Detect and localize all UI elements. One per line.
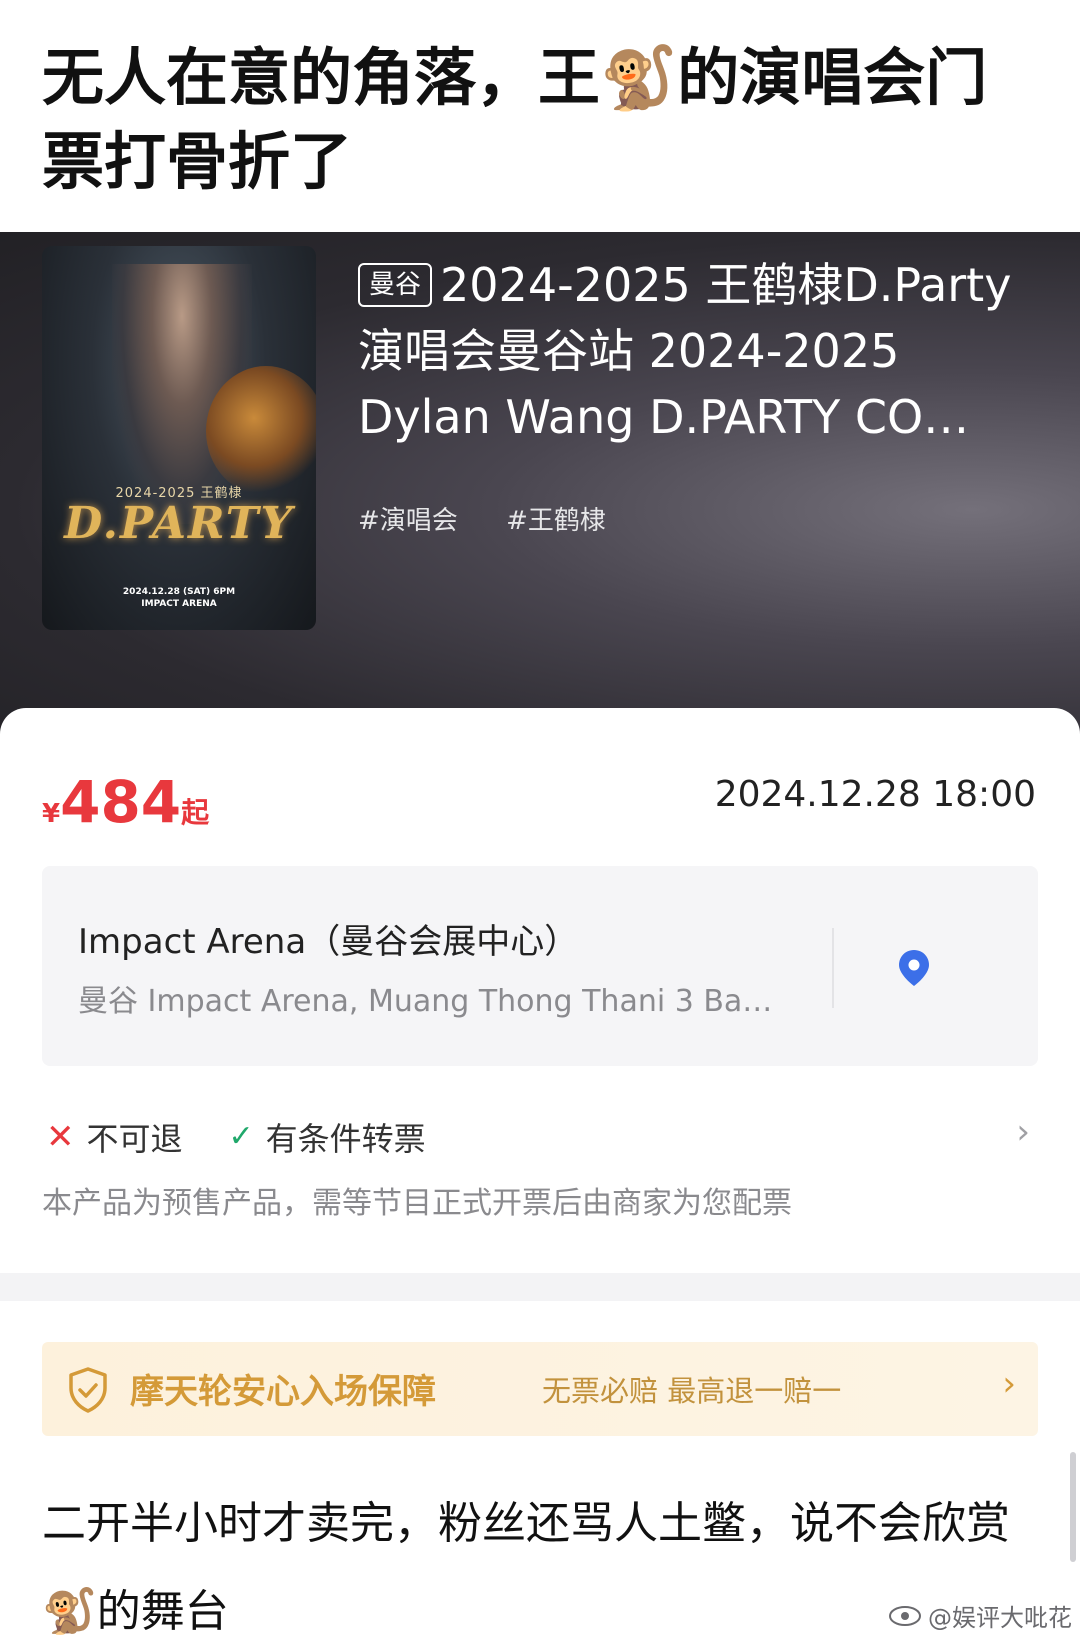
event-tags: #演唱会 #王鹤棣 [358,500,646,537]
watermark: @娱评大吡花 [888,1598,1072,1633]
venue-divider [832,928,834,1008]
caption-text-2: 的舞台 [96,1586,229,1637]
weibo-eye-icon [889,1605,921,1626]
location-pin-icon[interactable] [896,948,932,988]
monkey-emoji-icon: 🐒 [600,41,678,114]
scrollbar[interactable] [1070,1452,1076,1562]
venue-box[interactable]: Impact Arena（曼谷会展中心） 曼谷 Impact Arena, Mu… [42,866,1038,1066]
poster-logo: D.PARTY [64,498,294,549]
monkey-emoji-icon: 🐒 [42,1586,97,1637]
currency-symbol: ¥ [42,799,61,829]
event-hero-banner: 2024-2025 王鹤棣 D.PARTY 2024.12.28 (SAT) 6… [0,232,1080,737]
guarantee-subtitle: 无票必赔 最高退一赔一 [542,1374,842,1408]
venue-address: 曼谷 Impact Arena, Muang Thong Thani 3 Ba… [78,984,773,1019]
policy-no-refund: ✕ 不可退 [46,1114,183,1160]
event-title-text: 2024-2025 王鹤棣D.Party 演唱会曼谷站 2024-2025 Dy… [358,258,1012,444]
poster-venue: IMPACT ARENA [141,599,217,609]
poster-date-venue: 2024.12.28 (SAT) 6PM IMPACT ARENA [42,586,316,610]
ticket-info-card: ¥484起 2024.12.28 18:00 Impact Arena（曼谷会展… [0,708,1080,1273]
price-display: ¥484起 [42,768,209,836]
chevron-right-icon[interactable]: › [1016,1112,1030,1152]
post-caption: 二开半小时才卖完，粉丝还骂人土鳖，说不会欣赏 🐒的舞台 [42,1480,1022,1645]
guarantee-banner[interactable]: 摩天轮安心入场保障 无票必赔 最高退一赔一 › [42,1342,1038,1436]
x-icon: ✕ [46,1117,75,1157]
caption-text-1: 二开半小时才卖完，粉丝还骂人土鳖，说不会欣赏 [42,1498,1010,1549]
check-icon: ✓ [228,1119,254,1154]
post-headline: 无人在意的角落，王🐒的演唱会门票打骨折了 [42,36,1042,204]
venue-name: Impact Arena（曼谷会展中心） [78,922,579,962]
event-poster-image[interactable]: 2024-2025 王鹤棣 D.PARTY 2024.12.28 (SAT) 6… [42,246,316,630]
policy-transfer: ✓ 有条件转票 [229,1114,426,1160]
guarantee-title: 摩天轮安心入场保障 [130,1372,436,1412]
poster-date: 2024.12.28 (SAT) 6PM [122,587,236,597]
city-tag: 曼谷 [358,263,433,307]
event-datetime: 2024.12.28 18:00 [714,774,1036,815]
ticket-policies[interactable]: ✕ 不可退 ✓ 有条件转票 [46,1114,472,1160]
policy-label: 不可退 [86,1120,183,1158]
headline-text-1: 无人在意的角落，王 [42,41,601,114]
tag-concert[interactable]: #演唱会 [358,506,458,536]
chevron-right-icon: › [1002,1364,1016,1404]
watermark-text: @娱评大吡花 [928,1604,1072,1632]
policy-label: 有条件转票 [265,1120,426,1158]
price-value: 484 [60,768,182,836]
poster-wing-decoration [206,366,316,496]
shield-check-icon [69,1367,107,1413]
price-suffix: 起 [181,796,210,829]
event-title: 曼谷 2024-2025 王鹤棣D.Party 演唱会曼谷站 2024-2025 … [358,252,1038,450]
presale-notice: 本产品为预售产品，需等节目正式开票后由商家为您配票 [42,1186,792,1221]
tag-artist[interactable]: #王鹤棣 [506,506,606,536]
section-divider [0,1273,1080,1301]
